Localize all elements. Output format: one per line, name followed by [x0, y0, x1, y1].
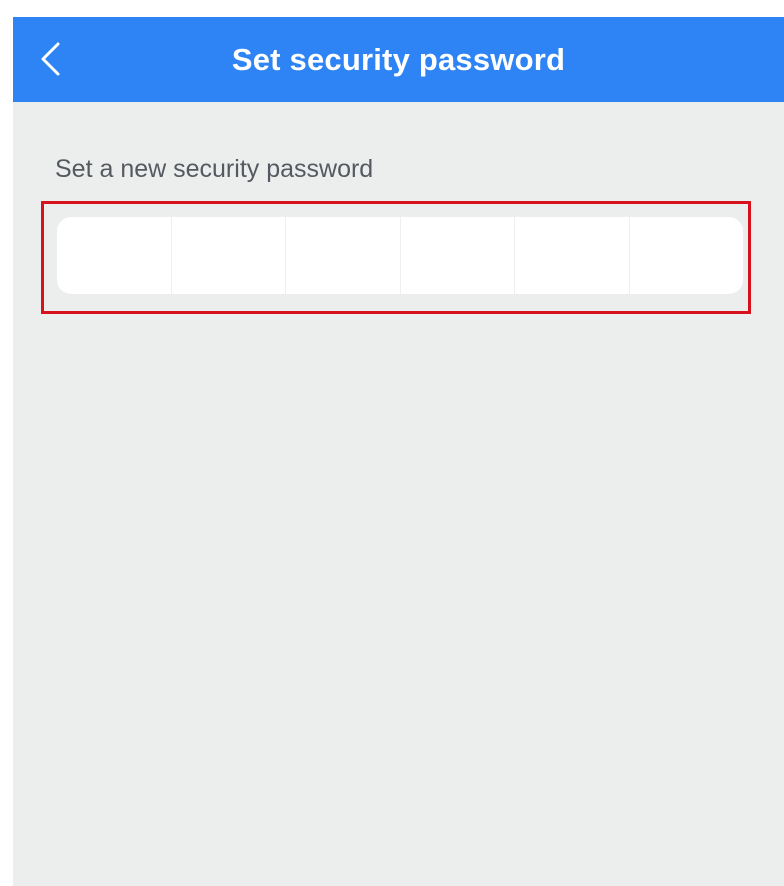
pin-digit-cell-4[interactable] — [401, 217, 515, 294]
password-label: Set a new security password — [55, 155, 374, 183]
pin-digit-cell-1[interactable] — [57, 217, 172, 294]
app-screen: Set security password Set a new security… — [13, 17, 784, 886]
page-title: Set security password — [231, 42, 566, 77]
header-bar: Set security password — [13, 17, 784, 102]
pin-digit-cell-2[interactable] — [172, 217, 286, 294]
pin-digit-cell-6[interactable] — [630, 217, 744, 294]
pin-digit-cell-3[interactable] — [286, 217, 401, 294]
pin-digit-cell-5[interactable] — [515, 217, 630, 294]
security-password-input[interactable] — [57, 217, 743, 294]
